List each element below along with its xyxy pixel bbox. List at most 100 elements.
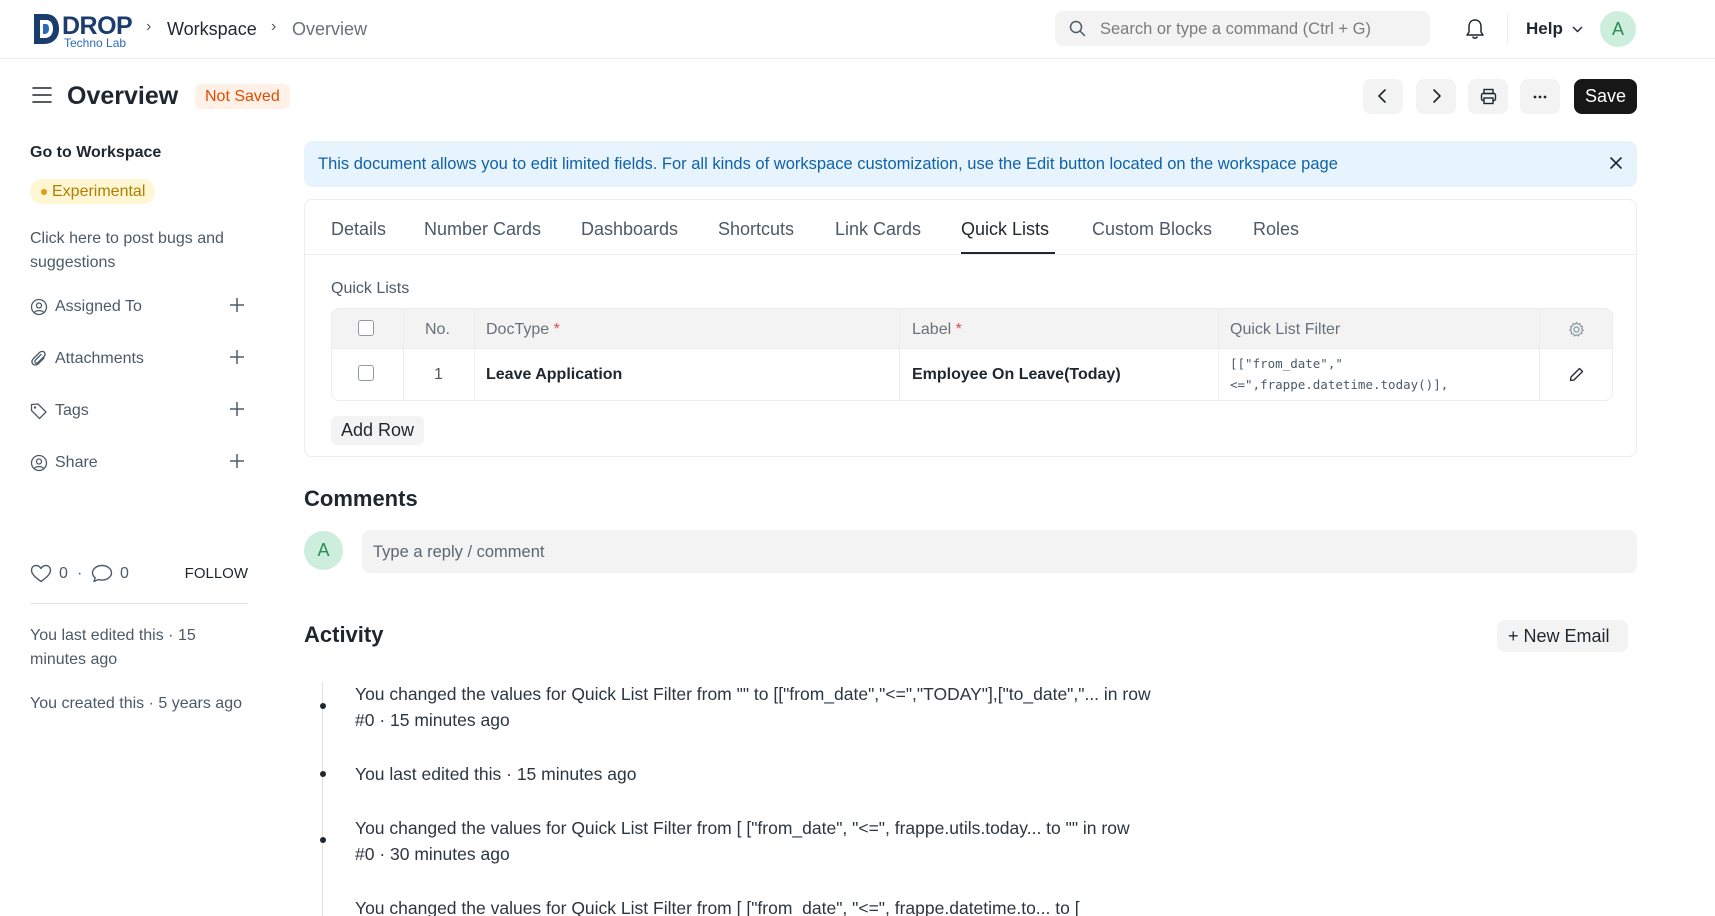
- plus-icon[interactable]: [229, 453, 245, 469]
- table-header: No. DocType * Label * Quick List Filter: [332, 309, 1612, 349]
- sidebar-item-assigned-to[interactable]: Assigned To: [30, 295, 245, 319]
- tab-dashboards[interactable]: Dashboards: [581, 219, 678, 239]
- sidebar-item-share[interactable]: Share: [30, 451, 245, 475]
- ellipsis-icon: [1533, 95, 1547, 99]
- plus-icon[interactable]: [229, 349, 245, 365]
- brand-logo[interactable]: DROP Techno Lab: [30, 12, 133, 50]
- comments-heading: Comments: [304, 486, 418, 511]
- cell-filter-line2[interactable]: <=",frappe.datetime.today()],: [1230, 374, 1448, 395]
- comment-avatar: A: [304, 531, 343, 570]
- tab-bar: Details Number Cards Dashboards Shortcut…: [305, 200, 1636, 255]
- edit-pencil-icon[interactable]: [1569, 367, 1584, 382]
- printer-icon: [1480, 88, 1497, 105]
- column-header-no: No.: [425, 321, 450, 338]
- tab-quick-lists[interactable]: Quick Lists: [961, 219, 1049, 239]
- activity-item: You changed the values for Quick List Fi…: [355, 684, 1151, 730]
- like-count: 0: [59, 565, 68, 582]
- tab-custom-blocks[interactable]: Custom Blocks: [1092, 219, 1212, 239]
- tag-icon: [30, 403, 47, 420]
- timeline-dot: [320, 703, 326, 709]
- quick-lists-table: No. DocType * Label * Quick List Filter …: [331, 308, 1613, 401]
- plus-icon[interactable]: [229, 401, 245, 417]
- breadcrumb-workspace[interactable]: Workspace: [167, 19, 257, 39]
- activity-item: You last edited this · 15 minutes ago: [355, 764, 637, 784]
- sidebar-item-label: Tags: [55, 402, 89, 419]
- navbar: DROP Techno Lab › Workspace › Overview S…: [0, 0, 1715, 59]
- alert-text: This document allows you to edit limited…: [318, 155, 1338, 173]
- add-row-button[interactable]: Add Row: [331, 416, 425, 445]
- gear-icon[interactable]: [1568, 321, 1585, 338]
- activity-heading: Activity: [304, 622, 384, 647]
- chevron-right-icon: [1433, 89, 1441, 103]
- more-actions-button[interactable]: [1520, 79, 1560, 114]
- save-button[interactable]: Save: [1574, 79, 1637, 114]
- paperclip-icon: [31, 350, 46, 366]
- page-title: Overview: [67, 82, 179, 110]
- timeline-dot: [320, 771, 326, 777]
- row-checkbox[interactable]: [358, 365, 374, 381]
- cell-doctype[interactable]: Leave Application: [486, 366, 622, 384]
- bell-icon[interactable]: [1465, 18, 1485, 40]
- sidebar-item-attachments[interactable]: Attachments: [30, 347, 245, 371]
- user-avatar[interactable]: A: [1600, 11, 1636, 47]
- search-icon: [1069, 20, 1086, 37]
- search-placeholder: Search or type a command (Ctrl + G): [1100, 20, 1371, 38]
- follow-button[interactable]: FOLLOW: [185, 565, 248, 583]
- user-plus-icon: [30, 298, 48, 316]
- navbar-divider: [1507, 13, 1508, 45]
- tab-number-cards[interactable]: Number Cards: [424, 219, 541, 239]
- column-header-doctype[interactable]: DocType *: [486, 321, 560, 339]
- share-user-icon: [30, 454, 48, 472]
- column-header-label[interactable]: Label *: [912, 321, 962, 339]
- comment-input[interactable]: Type a reply / comment: [362, 530, 1637, 573]
- close-icon[interactable]: [1609, 156, 1623, 170]
- next-button[interactable]: [1416, 79, 1456, 114]
- breadcrumb-overview[interactable]: Overview: [292, 19, 367, 39]
- sidebar-item-tags[interactable]: Tags: [30, 399, 245, 423]
- new-email-button[interactable]: + New Email: [1497, 620, 1628, 652]
- info-alert: This document allows you to edit limited…: [304, 141, 1637, 187]
- row-number: 1: [434, 366, 443, 383]
- drop-logo-icon: [34, 14, 59, 44]
- chevron-down-icon: [1572, 26, 1583, 33]
- tab-details[interactable]: Details: [331, 219, 386, 239]
- quick-lists-label: Quick Lists: [331, 280, 410, 297]
- previous-button[interactable]: [1363, 79, 1403, 114]
- chevron-right-icon: ›: [146, 18, 152, 35]
- select-all-checkbox[interactable]: [358, 320, 374, 336]
- brand-tagline: Techno Lab: [64, 36, 127, 50]
- last-edited-info: You last edited this · 15 minutes ago: [30, 627, 196, 668]
- help-label: Help: [1526, 19, 1563, 38]
- comment-placeholder: Type a reply / comment: [373, 543, 545, 561]
- activity-item: You changed the values for Quick List Fi…: [355, 898, 1080, 916]
- heart-icon[interactable]: [30, 564, 52, 583]
- stats-separator: ·: [77, 565, 83, 582]
- active-tab-indicator: [961, 252, 1055, 254]
- hamburger-menu-icon[interactable]: [32, 86, 52, 104]
- tab-link-cards[interactable]: Link Cards: [835, 219, 921, 239]
- help-dropdown[interactable]: Help: [1526, 19, 1583, 39]
- activity-item: You changed the values for Quick List Fi…: [355, 818, 1130, 864]
- cell-filter-line1[interactable]: [["from_date",": [1230, 353, 1343, 374]
- comment-icon: [91, 564, 113, 583]
- go-to-workspace-link[interactable]: Go to Workspace: [30, 143, 161, 163]
- bug-report-link[interactable]: Click here to post bugs and suggestions: [30, 227, 260, 275]
- search-input[interactable]: Search or type a command (Ctrl + G): [1055, 11, 1430, 46]
- sidebar-divider: [30, 603, 248, 604]
- print-button[interactable]: [1468, 79, 1508, 114]
- comment-count: 0: [120, 565, 129, 582]
- sidebar-item-label: Assigned To: [55, 298, 142, 315]
- timeline-dot: [320, 837, 326, 843]
- status-badge: Not Saved: [195, 84, 290, 109]
- created-info: You created this · 5 years ago: [30, 695, 242, 712]
- tab-shortcuts[interactable]: Shortcuts: [718, 219, 794, 239]
- column-header-filter: Quick List Filter: [1230, 321, 1341, 338]
- chevron-right-icon: ›: [271, 18, 277, 35]
- tab-roles[interactable]: Roles: [1253, 219, 1299, 239]
- plus-icon[interactable]: [229, 297, 245, 313]
- form-card: Details Number Cards Dashboards Shortcut…: [304, 199, 1637, 457]
- table-row[interactable]: 1 Leave Application Employee On Leave(To…: [332, 349, 1612, 400]
- cell-label[interactable]: Employee On Leave(Today): [912, 366, 1121, 384]
- engagement-stats: 0 · 0 FOLLOW: [30, 563, 248, 585]
- sidebar-item-label: Share: [55, 454, 98, 471]
